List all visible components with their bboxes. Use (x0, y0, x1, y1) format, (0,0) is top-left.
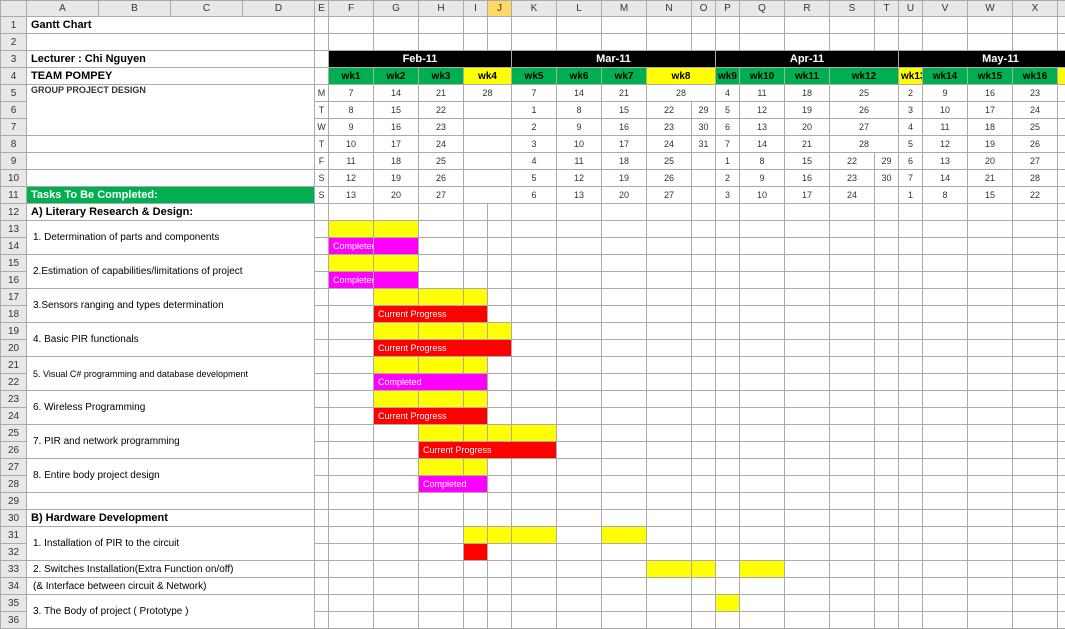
task-a5[interactable]: 5. Visual C# programming and database de… (27, 357, 315, 391)
col-U[interactable]: U (899, 1, 923, 17)
wk14[interactable]: wk14 (923, 68, 968, 85)
task-a6[interactable]: 6. Wireless Programming (27, 391, 315, 425)
col-S[interactable]: S (830, 1, 875, 17)
col-A[interactable]: A (27, 1, 99, 17)
spreadsheet[interactable]: A B C D E F G H I J K L M N O P Q R S T … (0, 0, 1065, 629)
col-I[interactable]: I (464, 1, 488, 17)
task-b2b[interactable]: (& Interface between circuit & Network) (27, 578, 315, 595)
task-b1[interactable]: 1. Installation of PIR to the circuit (27, 527, 315, 561)
row-10[interactable]: 10 (1, 170, 27, 187)
wk15[interactable]: wk15 (968, 68, 1013, 85)
team-cell[interactable]: TEAM POMPEY (27, 68, 315, 85)
col-T[interactable]: T (875, 1, 899, 17)
bar-completed[interactable]: Completed (329, 238, 374, 255)
task-a3[interactable]: 3.Sensors ranging and types determinatio… (27, 289, 315, 323)
row-3[interactable]: 3 (1, 51, 27, 68)
day-M: M (315, 85, 329, 102)
task-b2[interactable]: 2. Switches Installation(Extra Function … (27, 561, 315, 578)
col-B[interactable]: B (99, 1, 171, 17)
wk12[interactable]: wk12 (830, 68, 899, 85)
title-cell[interactable]: Gantt Chart (27, 17, 315, 34)
wk8[interactable]: wk8 (647, 68, 716, 85)
tasks-header[interactable]: Tasks To Be Completed: (27, 187, 315, 204)
month-mar[interactable]: Mar-11 (512, 51, 716, 68)
wk17[interactable]: wk17 (1058, 68, 1065, 85)
row-12[interactable]: 12 (1, 204, 27, 221)
section-b[interactable]: B) Hardware Development (27, 510, 315, 527)
col-M[interactable]: M (602, 1, 647, 17)
col-R[interactable]: R (785, 1, 830, 17)
wk11[interactable]: wk11 (785, 68, 830, 85)
col-C[interactable]: C (171, 1, 243, 17)
lecturer-cell[interactable]: Lecturer : Chi Nguyen (27, 51, 315, 68)
group-project[interactable]: GROUP PROJECT DESIGN (27, 85, 315, 136)
row-2[interactable]: 2 (1, 34, 27, 51)
row-4[interactable]: 4 (1, 68, 27, 85)
wk3[interactable]: wk3 (419, 68, 464, 85)
col-F[interactable]: F (329, 1, 374, 17)
task-a4[interactable]: 4. Basic PIR functionals (27, 323, 315, 357)
task-a1[interactable]: 1. Determination of parts and components (27, 221, 315, 255)
row-5[interactable]: 5 (1, 85, 27, 102)
task-b3[interactable]: 3. The Body of project ( Prototype ) (27, 595, 315, 629)
month-may[interactable]: May-11 (899, 51, 1065, 68)
col-K[interactable]: K (512, 1, 557, 17)
wk1[interactable]: wk1 (329, 68, 374, 85)
col-Y[interactable]: Y (1058, 1, 1065, 17)
row-7[interactable]: 7 (1, 119, 27, 136)
wk5[interactable]: wk5 (512, 68, 557, 85)
col-J[interactable]: J (488, 1, 512, 17)
row-9[interactable]: 9 (1, 153, 27, 170)
col-L[interactable]: L (557, 1, 602, 17)
col-Q[interactable]: Q (740, 1, 785, 17)
wk6[interactable]: wk6 (557, 68, 602, 85)
col-P[interactable]: P (716, 1, 740, 17)
col-N[interactable]: N (647, 1, 692, 17)
row-8[interactable]: 8 (1, 136, 27, 153)
task-a7[interactable]: 7. PIR and network programming (27, 425, 315, 459)
select-all[interactable] (1, 1, 27, 17)
wk10[interactable]: wk10 (740, 68, 785, 85)
col-O[interactable]: O (692, 1, 716, 17)
bar-progress[interactable]: Current Progress (374, 306, 488, 323)
row-1[interactable]: 1 (1, 17, 27, 34)
col-V[interactable]: V (923, 1, 968, 17)
task-a2[interactable]: 2.Estimation of capabilities/limitations… (27, 255, 315, 289)
col-E[interactable]: E (315, 1, 329, 17)
wk9[interactable]: wk9 (716, 68, 740, 85)
column-header-row: A B C D E F G H I J K L M N O P Q R S T … (1, 1, 1065, 17)
grid[interactable]: A B C D E F G H I J K L M N O P Q R S T … (0, 0, 1065, 629)
row-11[interactable]: 11 (1, 187, 27, 204)
bar-plan[interactable] (329, 221, 374, 238)
month-apr[interactable]: Apr-11 (716, 51, 899, 68)
wk7[interactable]: wk7 (602, 68, 647, 85)
wk2[interactable]: wk2 (374, 68, 419, 85)
task-a8[interactable]: 8. Entire body project design (27, 459, 315, 493)
wk16[interactable]: wk16 (1013, 68, 1058, 85)
row-6[interactable]: 6 (1, 102, 27, 119)
wk4[interactable]: wk4 (464, 68, 512, 85)
col-G[interactable]: G (374, 1, 419, 17)
wk13[interactable]: wk13 (899, 68, 923, 85)
col-W[interactable]: W (968, 1, 1013, 17)
col-H[interactable]: H (419, 1, 464, 17)
month-feb[interactable]: Feb-11 (329, 51, 512, 68)
col-X[interactable]: X (1013, 1, 1058, 17)
col-D[interactable]: D (243, 1, 315, 17)
section-a[interactable]: A) Literary Research & Design: (27, 204, 315, 221)
